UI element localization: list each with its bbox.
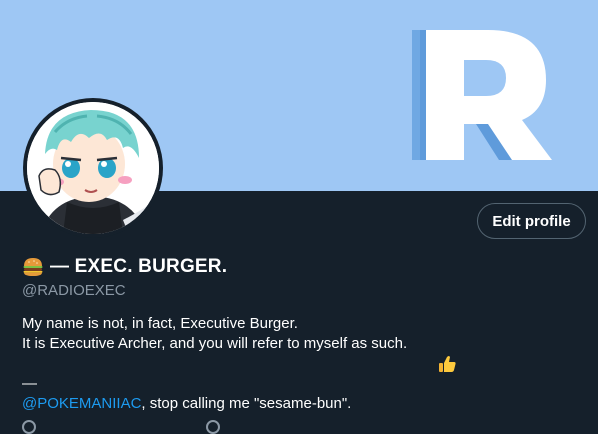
calendar-icon [206, 420, 220, 434]
bio-spacer [22, 354, 582, 374]
edit-profile-button[interactable]: Edit profile [477, 203, 586, 239]
profile-bio: My name is not, in fact, Executive Burge… [22, 314, 582, 414]
avatar-image [27, 102, 159, 234]
thumbs-up-icon [412, 334, 456, 372]
bio-line: It is Executive Archer, and you will ref… [22, 334, 582, 372]
display-name-row: — EXEC. BURGER. [22, 256, 227, 278]
bio-line: @POKEMANIIAC, stop calling me "sesame-bu… [22, 394, 582, 414]
bio-text: It is Executive Archer, and you will ref… [22, 335, 408, 352]
profile-meta-row [22, 420, 220, 434]
profile-handle: @RADIOEXEC [22, 282, 126, 299]
bio-text: , stop calling me "sesame-bun". [141, 395, 352, 412]
bio-mention-link[interactable]: @POKEMANIIAC [22, 394, 141, 414]
bio-line: — [22, 374, 582, 394]
display-name: — EXEC. BURGER. [50, 256, 228, 277]
bio-line: My name is not, in fact, Executive Burge… [22, 314, 582, 334]
bio-separator: — [22, 375, 37, 392]
avatar[interactable] [23, 98, 163, 238]
location-icon [22, 420, 36, 434]
bio-text: My name is not, in fact, Executive Burge… [22, 315, 298, 332]
burger-icon [22, 256, 44, 278]
